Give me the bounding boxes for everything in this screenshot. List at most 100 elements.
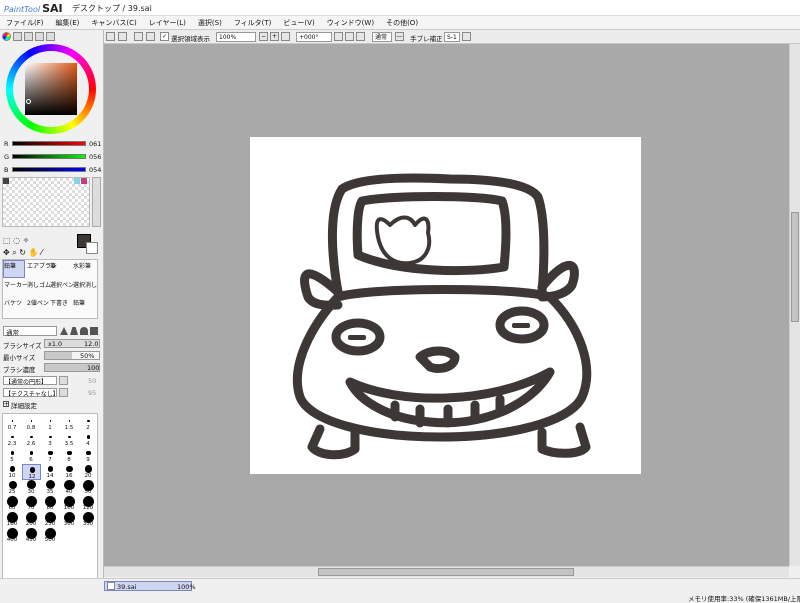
horizontal-scrollbar[interactable] bbox=[104, 566, 789, 577]
hand-icon[interactable]: ✋ bbox=[29, 248, 39, 257]
hsv-slider-tab-icon[interactable] bbox=[24, 32, 33, 41]
document-tab[interactable]: 39.sai 100% bbox=[104, 581, 196, 591]
scratchpad-tab-icon[interactable] bbox=[46, 32, 55, 41]
brush-size-preset[interactable]: 12 bbox=[22, 464, 41, 480]
brush-size-preset[interactable]: 0.8 bbox=[22, 416, 41, 432]
stabilizer-dropdown-button[interactable] bbox=[462, 32, 471, 41]
tool-select-pen[interactable]: 選択ペン bbox=[50, 280, 74, 289]
brush-size-preset[interactable]: 350 bbox=[79, 512, 98, 528]
magic-wand-icon[interactable]: ✧ bbox=[23, 236, 30, 245]
vertical-scrollbar[interactable] bbox=[789, 44, 800, 566]
horizontal-scroll-thumb[interactable] bbox=[318, 568, 574, 576]
menu-other[interactable]: その他(O) bbox=[380, 16, 424, 29]
lasso-icon[interactable]: ◌ bbox=[13, 236, 20, 245]
brush-size-preset[interactable]: 2.6 bbox=[22, 432, 41, 448]
brush-size-preset[interactable]: 2.3 bbox=[3, 432, 22, 448]
rect-select-icon[interactable]: ⬚ bbox=[3, 236, 11, 245]
flip-button[interactable]: — bbox=[395, 32, 404, 41]
stabilizer-select[interactable]: S-1 bbox=[444, 32, 460, 42]
clear-button[interactable] bbox=[146, 32, 155, 41]
r-slider[interactable] bbox=[12, 141, 86, 146]
texture-button[interactable] bbox=[59, 388, 68, 397]
brush-size-preset[interactable]: 7 bbox=[41, 448, 60, 464]
tool-watercolor[interactable]: 水彩筆 bbox=[73, 261, 91, 270]
zoom-icon[interactable]: ⌕ bbox=[12, 248, 16, 257]
menu-layer[interactable]: レイヤー(L) bbox=[143, 16, 192, 29]
brush-size-preset[interactable]: 30 bbox=[22, 480, 41, 496]
swatch-tab-icon[interactable] bbox=[35, 32, 44, 41]
tool-pencil-2[interactable]: 鉛筆 bbox=[73, 298, 85, 307]
brush-size-preset[interactable]: 200 bbox=[22, 512, 41, 528]
tool-eraser[interactable]: 消しゴム bbox=[27, 280, 51, 289]
rotate-right-button[interactable] bbox=[345, 32, 354, 41]
zoom-select[interactable]: 100% bbox=[216, 32, 256, 42]
brush-size-preset[interactable]: 1.5 bbox=[60, 416, 79, 432]
edge-mid-icon[interactable] bbox=[70, 327, 78, 335]
tool-select-eraser[interactable]: 選択消し bbox=[73, 280, 97, 289]
menu-view[interactable]: ビュー(V) bbox=[277, 16, 320, 29]
rotate-icon[interactable]: ↻ bbox=[19, 248, 26, 257]
invert-selection-button[interactable] bbox=[118, 32, 127, 41]
swatch-dark[interactable] bbox=[3, 178, 9, 184]
b-slider[interactable] bbox=[12, 167, 86, 172]
brush-size-preset[interactable]: 25 bbox=[3, 480, 22, 496]
expand-detail-icon[interactable]: + bbox=[3, 401, 9, 408]
brush-size-preset[interactable]: 400 bbox=[3, 528, 22, 544]
brush-size-preset[interactable]: 500 bbox=[41, 528, 60, 544]
brush-size-preset[interactable]: 450 bbox=[22, 528, 41, 544]
brush-size-preset[interactable]: 8 bbox=[60, 448, 79, 464]
brush-shape-dropdown[interactable]: 【通常の円形】 bbox=[3, 376, 57, 386]
brush-size-preset[interactable]: 6 bbox=[22, 448, 41, 464]
brush-size-preset[interactable]: 70 bbox=[22, 496, 41, 512]
tool-marker[interactable]: マーカー bbox=[4, 280, 28, 289]
menu-canvas[interactable]: キャンバス(C) bbox=[85, 16, 142, 29]
zoom-in-button[interactable]: + bbox=[270, 32, 279, 41]
swatch-cyan[interactable] bbox=[74, 178, 80, 184]
rgb-slider-tab-icon[interactable] bbox=[13, 32, 22, 41]
brush-size-preset[interactable]: 0.7 bbox=[3, 416, 22, 432]
r-value[interactable]: 061 bbox=[89, 140, 101, 148]
eyedropper-icon[interactable]: ⁄ bbox=[41, 248, 42, 257]
blend-mode-select[interactable]: 通常 bbox=[372, 32, 392, 42]
brush-size-preset[interactable]: 2 bbox=[79, 416, 98, 432]
brush-shape-button[interactable] bbox=[59, 376, 68, 385]
vertical-scroll-thumb[interactable] bbox=[791, 212, 799, 322]
brush-size-preset[interactable]: 14 bbox=[41, 464, 60, 480]
brush-size-preset[interactable]: 4 bbox=[79, 432, 98, 448]
brush-size-preset[interactable]: 300 bbox=[60, 512, 79, 528]
move-icon[interactable]: ✥ bbox=[3, 248, 10, 257]
brush-size-preset[interactable]: 100 bbox=[60, 496, 79, 512]
g-slider[interactable] bbox=[12, 154, 86, 159]
brush-size-preset[interactable]: 20 bbox=[79, 464, 98, 480]
tool-bucket[interactable]: バケツ bbox=[4, 298, 22, 307]
tool-binary-pen[interactable]: 2値ペン bbox=[27, 298, 49, 307]
b-value[interactable]: 054 bbox=[89, 166, 101, 174]
swatch-scrollbar[interactable] bbox=[92, 177, 101, 227]
brush-size-preset[interactable]: 80 bbox=[41, 496, 60, 512]
brush-size-preset[interactable]: 1 bbox=[41, 416, 60, 432]
detail-settings-label[interactable]: 詳細設定 bbox=[11, 400, 37, 410]
brush-size-preset[interactable]: 40 bbox=[60, 480, 79, 496]
tool-sketch[interactable]: 下書き bbox=[50, 298, 68, 307]
menu-filter[interactable]: フィルタ(T) bbox=[228, 16, 278, 29]
tool-pencil[interactable]: 鉛筆 bbox=[4, 261, 16, 270]
texture-dropdown[interactable]: 【テクスチャなし】 bbox=[3, 388, 59, 398]
brush-size-preset[interactable]: 5 bbox=[3, 448, 22, 464]
brush-size-preset[interactable]: 10 bbox=[3, 464, 22, 480]
rotate-reset-button[interactable] bbox=[356, 32, 365, 41]
swatch-magenta[interactable] bbox=[81, 178, 87, 184]
brush-size-preset[interactable]: 60 bbox=[3, 496, 22, 512]
zoom-out-button[interactable]: − bbox=[259, 32, 268, 41]
zoom-reset-button[interactable] bbox=[281, 32, 290, 41]
brush-size-preset[interactable]: 50 bbox=[79, 480, 98, 496]
crop-button[interactable] bbox=[134, 32, 143, 41]
background-color-swatch[interactable] bbox=[86, 242, 98, 254]
edge-square-icon[interactable] bbox=[90, 327, 98, 335]
saturation-value-square[interactable] bbox=[25, 63, 77, 115]
brush-size-preset[interactable]: 250 bbox=[41, 512, 60, 528]
show-selection-checkbox[interactable]: ✓ bbox=[160, 32, 169, 41]
deselect-button[interactable] bbox=[106, 32, 115, 41]
canvas-document[interactable] bbox=[250, 137, 641, 474]
brush-size-preset[interactable]: 120 bbox=[79, 496, 98, 512]
sv-picker-handle[interactable] bbox=[26, 99, 31, 104]
